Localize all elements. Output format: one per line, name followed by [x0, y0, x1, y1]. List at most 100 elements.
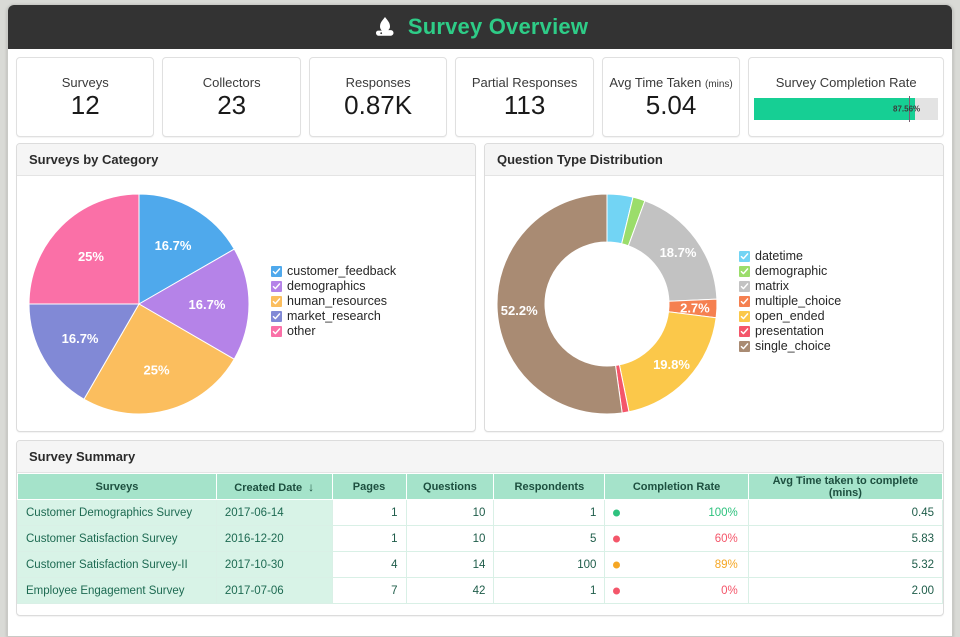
table-col-header-label: Avg Time taken to complete (mins)	[773, 475, 918, 499]
table-col-header[interactable]: Avg Time taken to complete (mins)	[748, 474, 942, 500]
legend-label: human_resources	[287, 294, 387, 309]
legend-item-matrix[interactable]: matrix	[739, 279, 943, 294]
kpi-card-avg-time-taken[interactable]: Avg Time Taken (mins) 5.04	[602, 57, 740, 137]
table-col-header-label: Created Date	[234, 482, 302, 494]
kpi-card-partial-responses[interactable]: Partial Responses 113	[455, 57, 593, 137]
legend-checkbox-icon[interactable]	[271, 266, 282, 277]
legend-item-demographic[interactable]: demographic	[739, 264, 943, 279]
kpi-card-collectors[interactable]: Collectors 23	[162, 57, 300, 137]
donut-chart-area: 18.7%2.7%19.8%52.2% datetimedemographicm…	[485, 176, 943, 427]
table-col-header[interactable]: Questions	[406, 474, 494, 500]
table-body: Customer Demographics Survey2017-06-1411…	[18, 500, 943, 604]
slice-label-other: 25%	[78, 248, 104, 263]
cell-survey-name[interactable]: Employee Engagement Survey	[18, 578, 217, 604]
kpi-card-survey-completion-rate[interactable]: Survey Completion Rate 87.56%	[748, 57, 944, 137]
pie-chart-area: 16.7%16.7%25%16.7%25% customer_feedbackd…	[17, 176, 475, 427]
cell-questions: 10	[406, 526, 494, 552]
table-col-header-label: Completion Rate	[633, 481, 720, 493]
legend-item-presentation[interactable]: presentation	[739, 324, 943, 339]
legend-checkbox-icon[interactable]	[739, 281, 750, 292]
cell-avg-time: 2.00	[748, 578, 942, 604]
panel-title: Surveys by Category	[17, 144, 475, 176]
legend-checkbox-icon[interactable]	[739, 266, 750, 277]
cell-survey-name[interactable]: Customer Satisfaction Survey	[18, 526, 217, 552]
table-header-row: Surveys Created Date ↓ Pages QuestionsRespon…	[18, 474, 943, 500]
kpi-label: Surveys	[62, 75, 109, 90]
table-col-header-label: Pages	[353, 481, 385, 493]
table-col-header[interactable]: Surveys	[18, 474, 217, 500]
kpi-card-responses[interactable]: Responses 0.87K	[309, 57, 447, 137]
dashboard-window: Survey Overview Surveys 12 Collectors 23…	[7, 4, 953, 637]
cell-completion-rate: 100%	[605, 500, 748, 526]
cell-survey-name[interactable]: Customer Satisfaction Survey-II	[18, 552, 217, 578]
legend-label: matrix	[755, 279, 789, 294]
table-row[interactable]: Employee Engagement Survey2017-07-067421…	[18, 578, 943, 604]
panel-title: Question Type Distribution	[485, 144, 943, 176]
legend-checkbox-icon[interactable]	[271, 326, 282, 337]
kpi-value: 113	[504, 92, 545, 119]
kpi-card-surveys[interactable]: Surveys 12	[16, 57, 154, 137]
panel-surveys-by-category: Surveys by Category 16.7%16.7%25%16.7%25…	[16, 143, 476, 432]
legend-checkbox-icon[interactable]	[739, 341, 750, 352]
completion-rate-progressbar[interactable]: 87.56%	[754, 98, 938, 120]
legend-label: other	[287, 324, 316, 339]
table-row[interactable]: Customer Satisfaction Survey2016-12-2011…	[18, 526, 943, 552]
legend-item-other[interactable]: other	[271, 324, 475, 339]
legend-label: demographics	[287, 279, 366, 294]
cell-respondents: 1	[494, 578, 605, 604]
cell-avg-time: 5.32	[748, 552, 942, 578]
status-dot-icon	[613, 587, 620, 594]
panel-survey-summary: Survey Summary SurveysCreated Date↓Pages…	[16, 440, 944, 616]
table-row[interactable]: Customer Satisfaction Survey-II2017-10-3…	[18, 552, 943, 578]
progress-fill	[754, 98, 915, 120]
cell-survey-name[interactable]: Customer Demographics Survey	[18, 500, 217, 526]
legend-checkbox-icon[interactable]	[271, 296, 282, 307]
legend-item-open_ended[interactable]: open_ended	[739, 309, 943, 324]
legend-checkbox-icon[interactable]	[739, 326, 750, 337]
survey-logo-icon	[372, 15, 398, 39]
pie-chart-legend: customer_feedbackdemographicshuman_resou…	[267, 264, 475, 339]
legend-item-human_resources[interactable]: human_resources	[271, 294, 475, 309]
cell-pages: 1	[332, 526, 406, 552]
kpi-label: Partial Responses	[472, 75, 578, 90]
donut-chart[interactable]: 18.7%2.7%19.8%52.2%	[485, 182, 735, 422]
legend-label: open_ended	[755, 309, 825, 324]
cell-created-date: 2017-10-30	[216, 552, 332, 578]
kpi-value: 0.87K	[344, 92, 412, 119]
legend-checkbox-icon[interactable]	[739, 251, 750, 262]
cell-pages: 4	[332, 552, 406, 578]
cell-respondents: 5	[494, 526, 605, 552]
app-header: Survey Overview	[8, 5, 952, 49]
slice-label-matrix: 18.7%	[660, 245, 697, 260]
legend-checkbox-icon[interactable]	[271, 311, 282, 322]
sort-arrow-icon[interactable]: ↓	[308, 480, 314, 494]
legend-item-multiple_choice[interactable]: multiple_choice	[739, 294, 943, 309]
kpi-label: Collectors	[203, 75, 261, 90]
legend-item-customer_feedback[interactable]: customer_feedback	[271, 264, 475, 279]
kpi-label: Avg Time Taken (mins)	[609, 75, 732, 90]
completion-rate-value: 60%	[715, 533, 738, 545]
legend-checkbox-icon[interactable]	[739, 296, 750, 307]
table-col-header[interactable]: Completion Rate	[605, 474, 748, 500]
table-col-header[interactable]: Created Date ↓	[216, 474, 332, 500]
completion-rate-value: 0%	[721, 585, 738, 597]
table-col-header[interactable]: Respondents	[494, 474, 605, 500]
pie-chart[interactable]: 16.7%16.7%25%16.7%25%	[17, 182, 267, 422]
slice-label-human_resources: 25%	[143, 362, 169, 377]
kpi-value: 5.04	[646, 92, 697, 119]
table-row[interactable]: Customer Demographics Survey2017-06-1411…	[18, 500, 943, 526]
summary-table-wrap: Surveys Created Date ↓ Pages QuestionsRespon…	[17, 473, 943, 604]
kpi-value: 23	[217, 92, 246, 119]
completion-rate-value: 100%	[708, 507, 737, 519]
legend-checkbox-icon[interactable]	[739, 311, 750, 322]
legend-item-datetime[interactable]: datetime	[739, 249, 943, 264]
legend-checkbox-icon[interactable]	[271, 281, 282, 292]
legend-item-single_choice[interactable]: single_choice	[739, 339, 943, 354]
legend-item-demographics[interactable]: demographics	[271, 279, 475, 294]
slice-label-demographics: 16.7%	[189, 297, 226, 312]
legend-item-market_research[interactable]: market_research	[271, 309, 475, 324]
cell-pages: 7	[332, 578, 406, 604]
table-col-header[interactable]: Pages	[332, 474, 406, 500]
page-title: Survey Overview	[408, 14, 588, 40]
status-dot-icon	[613, 561, 620, 568]
